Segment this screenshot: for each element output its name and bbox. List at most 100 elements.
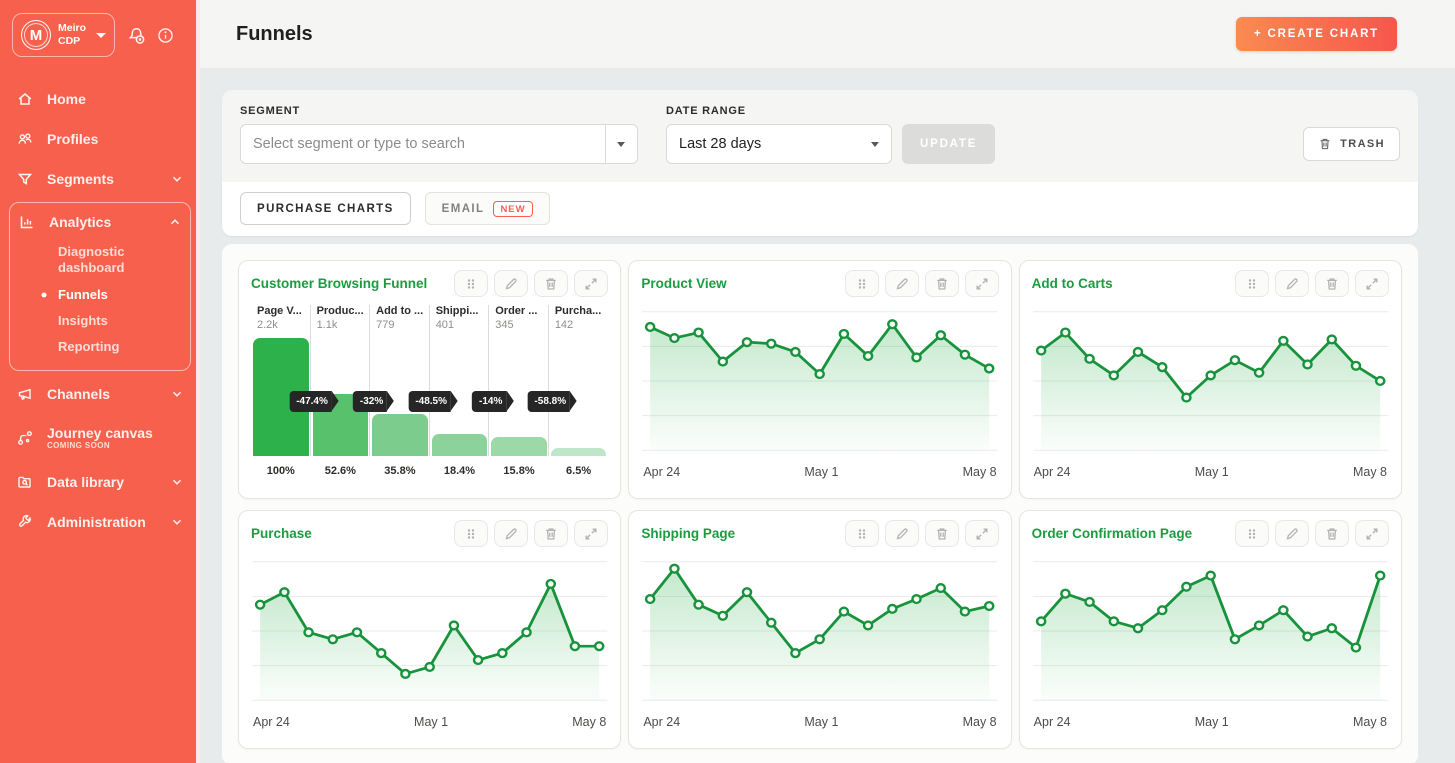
- segment-select[interactable]: Select segment or type to search: [240, 124, 638, 164]
- data-point[interactable]: [1158, 363, 1166, 371]
- sidebar-item-profiles[interactable]: Profiles: [0, 119, 200, 159]
- data-point[interactable]: [547, 580, 555, 588]
- drag-handle-chart-button[interactable]: [845, 270, 879, 297]
- data-point[interactable]: [985, 602, 993, 610]
- delete-chart-button[interactable]: [534, 520, 568, 547]
- data-point[interactable]: [1231, 356, 1239, 364]
- expand-chart-button[interactable]: [574, 270, 608, 297]
- data-point[interactable]: [840, 330, 848, 338]
- drag-handle-chart-button[interactable]: [1235, 520, 1269, 547]
- data-point[interactable]: [671, 334, 679, 342]
- data-point[interactable]: [743, 588, 751, 596]
- data-point[interactable]: [1109, 617, 1117, 625]
- data-point[interactable]: [401, 670, 409, 678]
- delete-chart-button[interactable]: [925, 520, 959, 547]
- data-point[interactable]: [1303, 633, 1311, 641]
- data-point[interactable]: [816, 635, 824, 643]
- edit-chart-button[interactable]: [494, 270, 528, 297]
- data-point[interactable]: [719, 612, 727, 620]
- drag-handle-chart-button[interactable]: [454, 270, 488, 297]
- expand-chart-button[interactable]: [574, 520, 608, 547]
- data-point[interactable]: [1303, 361, 1311, 369]
- edit-chart-button[interactable]: [885, 520, 919, 547]
- data-point[interactable]: [474, 656, 482, 664]
- data-point[interactable]: [304, 628, 312, 636]
- funnel-bar[interactable]: [491, 437, 547, 456]
- tab-purchase-charts[interactable]: PURCHASE CHARTS: [240, 192, 411, 225]
- data-point[interactable]: [937, 331, 945, 339]
- data-point[interactable]: [646, 323, 654, 331]
- data-point[interactable]: [671, 565, 679, 573]
- data-point[interactable]: [256, 601, 264, 609]
- data-point[interactable]: [864, 352, 872, 360]
- data-point[interactable]: [353, 628, 361, 636]
- workspace-switcher[interactable]: M Meiro CDP: [12, 13, 115, 57]
- sidebar-subitem-funnels[interactable]: Funnels: [10, 282, 190, 308]
- sidebar-item-journey-canvas[interactable]: Journey canvas COMING SOON: [0, 414, 200, 461]
- edit-chart-button[interactable]: [1275, 520, 1309, 547]
- data-point[interactable]: [1327, 624, 1335, 632]
- expand-chart-button[interactable]: [1355, 520, 1389, 547]
- data-point[interactable]: [889, 605, 897, 613]
- delete-chart-button[interactable]: [925, 270, 959, 297]
- sidebar-subitem-reporting[interactable]: Reporting: [10, 334, 190, 360]
- expand-chart-button[interactable]: [965, 270, 999, 297]
- data-point[interactable]: [498, 649, 506, 657]
- drag-handle-chart-button[interactable]: [1235, 270, 1269, 297]
- data-point[interactable]: [816, 370, 824, 378]
- delete-chart-button[interactable]: [1315, 520, 1349, 547]
- drag-handle-chart-button[interactable]: [845, 520, 879, 547]
- data-point[interactable]: [768, 340, 776, 348]
- data-point[interactable]: [1134, 624, 1142, 632]
- data-point[interactable]: [913, 595, 921, 603]
- sidebar-item-analytics[interactable]: Analytics: [10, 203, 190, 239]
- data-point[interactable]: [1134, 348, 1142, 356]
- edit-chart-button[interactable]: [885, 270, 919, 297]
- data-point[interactable]: [937, 584, 945, 592]
- data-point[interactable]: [864, 622, 872, 630]
- sidebar-subitem-diagnostic-dashboard[interactable]: Diagnostic dashboard: [10, 239, 190, 282]
- data-point[interactable]: [719, 358, 727, 366]
- data-point[interactable]: [1061, 329, 1069, 337]
- data-point[interactable]: [1327, 336, 1335, 344]
- data-point[interactable]: [1352, 644, 1360, 652]
- data-point[interactable]: [1037, 347, 1045, 355]
- data-point[interactable]: [450, 622, 458, 630]
- data-point[interactable]: [1085, 355, 1093, 363]
- edit-chart-button[interactable]: [1275, 270, 1309, 297]
- delete-chart-button[interactable]: [1315, 270, 1349, 297]
- data-point[interactable]: [1085, 598, 1093, 606]
- edit-chart-button[interactable]: [494, 520, 528, 547]
- data-point[interactable]: [961, 608, 969, 616]
- data-point[interactable]: [1061, 590, 1069, 598]
- data-point[interactable]: [1109, 372, 1117, 380]
- data-point[interactable]: [377, 649, 385, 657]
- data-point[interactable]: [1206, 372, 1214, 380]
- data-point[interactable]: [571, 642, 579, 650]
- data-point[interactable]: [329, 635, 337, 643]
- trash-button[interactable]: TRASH: [1303, 127, 1400, 161]
- data-point[interactable]: [1352, 362, 1360, 370]
- data-point[interactable]: [1255, 622, 1263, 630]
- data-point[interactable]: [961, 351, 969, 359]
- expand-chart-button[interactable]: [1355, 270, 1389, 297]
- data-point[interactable]: [1376, 377, 1384, 385]
- funnel-bar[interactable]: [551, 448, 607, 456]
- delete-chart-button[interactable]: [534, 270, 568, 297]
- data-point[interactable]: [695, 329, 703, 337]
- funnel-bar[interactable]: [372, 414, 428, 456]
- data-point[interactable]: [1182, 394, 1190, 402]
- data-point[interactable]: [889, 320, 897, 328]
- data-point[interactable]: [792, 649, 800, 657]
- data-point[interactable]: [1037, 617, 1045, 625]
- info-icon[interactable]: [156, 26, 175, 45]
- data-point[interactable]: [792, 348, 800, 356]
- sidebar-item-data-library[interactable]: Data library: [0, 462, 200, 502]
- data-point[interactable]: [646, 595, 654, 603]
- data-point[interactable]: [1279, 337, 1287, 345]
- data-point[interactable]: [1182, 583, 1190, 591]
- data-point[interactable]: [985, 365, 993, 373]
- data-point[interactable]: [1231, 635, 1239, 643]
- create-chart-button[interactable]: + CREATE CHART: [1236, 17, 1397, 51]
- data-point[interactable]: [280, 588, 288, 596]
